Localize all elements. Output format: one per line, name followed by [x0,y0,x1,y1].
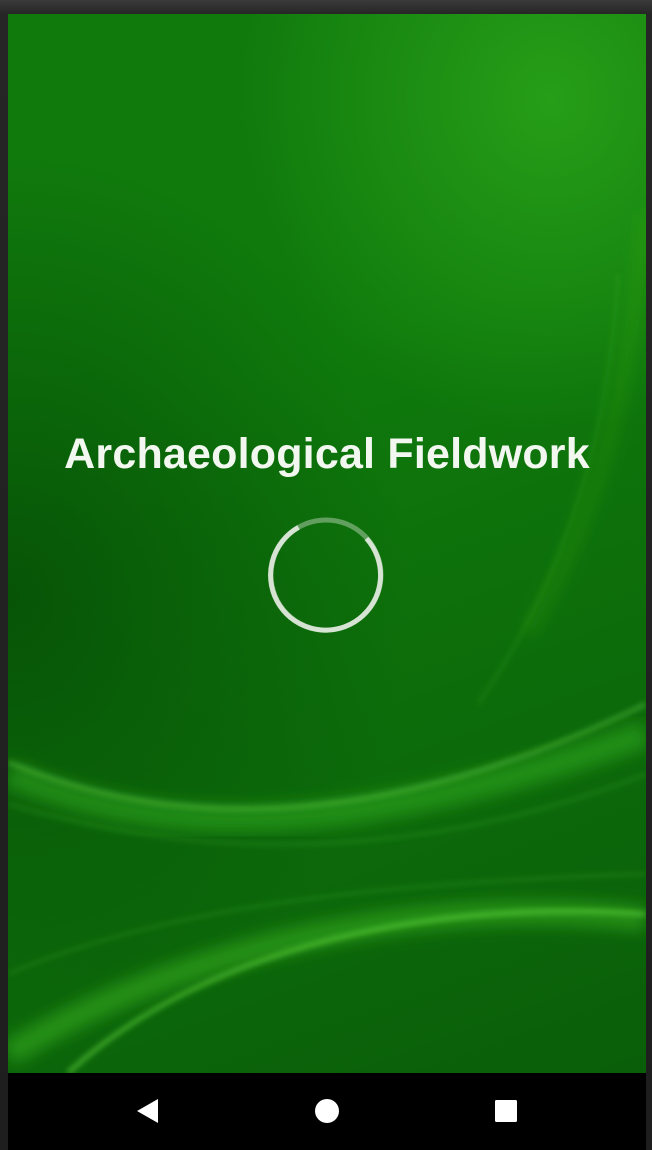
back-triangle-icon [137,1099,158,1123]
splash-screen: Archaeological Fieldwork [8,14,646,1073]
home-button[interactable] [282,1073,372,1150]
app-title: Archaeological Fieldwork [64,430,590,478]
system-navigation-bar [8,1073,646,1150]
recents-button[interactable] [461,1073,551,1150]
home-circle-icon [315,1099,339,1123]
loading-spinner-icon [268,517,384,633]
recents-square-icon [495,1100,517,1122]
back-button[interactable] [102,1073,192,1150]
